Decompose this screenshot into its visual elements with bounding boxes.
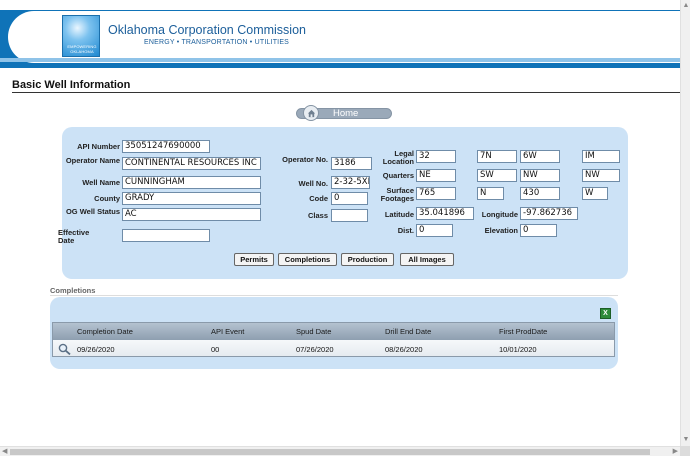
col-spud-date[interactable]: Spud Date <box>296 327 331 336</box>
col-api-event[interactable]: API Event <box>211 327 244 336</box>
col-completion-date[interactable]: Completion Date <box>77 327 133 336</box>
scrollbar-corner <box>680 446 690 456</box>
page-title: Basic Well Information <box>12 79 131 91</box>
effective-date-label: Effective Date <box>58 228 90 245</box>
header-divider <box>0 58 680 62</box>
legal-range-field[interactable]: 6W <box>520 150 560 163</box>
api-number-label: API Number <box>77 142 120 151</box>
scroll-up-icon[interactable]: ▲ <box>682 2 690 10</box>
scroll-right-icon[interactable]: ▶ <box>673 448 678 456</box>
occ-logo[interactable]: EMPOWERING OKLAHOMA <box>62 15 100 57</box>
well-name-field[interactable]: CUNNINGHAM <box>122 176 261 189</box>
elevation-label: Elevation <box>484 226 518 235</box>
effective-date-field[interactable] <box>122 229 210 242</box>
well-no-label: Well No. <box>298 179 328 188</box>
completions-table-header: Completion Date API Event Spud Date Dril… <box>53 323 614 340</box>
dist-field[interactable]: 0 <box>416 224 453 237</box>
footage-ew-field[interactable]: 430 <box>520 187 560 200</box>
title-divider <box>12 92 680 93</box>
col-first-prod-date[interactable]: First ProdDate <box>499 327 547 336</box>
api-number-field[interactable]: 35051247690000 <box>122 140 210 153</box>
county-label: County <box>94 194 120 203</box>
operator-name-label: Operator Name <box>65 156 120 165</box>
production-button[interactable]: Production <box>341 253 394 266</box>
latitude-field[interactable]: 35.041896 <box>416 207 474 220</box>
cell-api-event: 00 <box>211 345 220 354</box>
og-status-label: OG Well Status <box>65 207 120 216</box>
code-label: Code <box>309 194 328 203</box>
legal-location-label: Legal Location <box>382 149 414 166</box>
footage-ew-dir-field[interactable]: W <box>582 187 608 200</box>
browser-viewport: EMPOWERING OKLAHOMA Oklahoma Corporation… <box>0 0 690 456</box>
quarter-3-field[interactable]: NW <box>520 169 560 182</box>
county-field[interactable]: GRADY <box>122 192 261 205</box>
latitude-label: Latitude <box>384 210 414 219</box>
operator-no-label: Operator No. <box>282 155 328 164</box>
dist-label: Dist. <box>397 226 414 235</box>
legal-meridian-field[interactable]: IM <box>582 150 620 163</box>
completions-button[interactable]: Completions <box>278 253 337 266</box>
completions-heading: Completions <box>50 286 96 295</box>
home-button[interactable]: Home <box>296 105 392 121</box>
logo-text: EMPOWERING OKLAHOMA <box>67 44 97 54</box>
class-field[interactable] <box>331 209 368 222</box>
permits-button[interactable]: Permits <box>234 253 274 266</box>
operator-no-field[interactable]: 3186 <box>331 157 372 170</box>
longitude-label: Longitude <box>481 210 518 219</box>
quarter-4-field[interactable]: NW <box>582 169 620 182</box>
completions-divider <box>50 295 618 296</box>
cell-completion-date: 09/26/2020 <box>77 345 115 354</box>
home-label: Home <box>333 108 359 119</box>
cell-first-prod-date: 10/01/2020 <box>499 345 537 354</box>
footage-ns-field[interactable]: 765 <box>416 187 456 200</box>
class-label: Class <box>307 211 328 220</box>
col-drill-end-date[interactable]: Drill End Date <box>385 327 431 336</box>
well-no-field[interactable]: 2-32-5XHW <box>331 176 370 189</box>
scroll-left-icon[interactable]: ◀ <box>2 448 7 456</box>
horizontal-scroll-thumb[interactable] <box>10 449 650 455</box>
quarter-2-field[interactable]: SW <box>477 169 517 182</box>
all-images-button[interactable]: All Images <box>400 253 454 266</box>
og-status-field[interactable]: AC <box>122 208 261 221</box>
operator-name-field[interactable]: CONTINENTAL RESOURCES INC <box>122 157 261 170</box>
footage-ns-dir-field[interactable]: N <box>477 187 504 200</box>
quarter-1-field[interactable]: NE <box>416 169 456 182</box>
home-icon <box>303 105 319 121</box>
longitude-field[interactable]: -97.862736 <box>520 207 578 220</box>
scroll-down-icon[interactable]: ▼ <box>682 436 690 444</box>
header-banner: EMPOWERING OKLAHOMA Oklahoma Corporation… <box>8 11 680 63</box>
cell-spud-date: 07/26/2020 <box>296 345 334 354</box>
table-row[interactable]: 09/26/2020 00 07/26/2020 08/26/2020 10/0… <box>53 340 614 356</box>
horizontal-scrollbar[interactable]: ◀ ▶ <box>0 446 680 456</box>
legal-section-field[interactable]: 32 <box>416 150 456 163</box>
completions-table: Completion Date API Event Spud Date Dril… <box>52 322 615 357</box>
magnifier-icon[interactable] <box>58 342 71 360</box>
org-tagline: ENERGY • TRANSPORTATION • UTILITIES <box>144 39 290 46</box>
vertical-scrollbar[interactable]: ▲ ▼ <box>680 0 690 446</box>
cell-drill-end-date: 08/26/2020 <box>385 345 423 354</box>
well-name-label: Well Name <box>82 178 120 187</box>
elevation-field[interactable]: 0 <box>520 224 557 237</box>
code-field[interactable]: 0 <box>331 192 368 205</box>
legal-township-field[interactable]: 7N <box>477 150 517 163</box>
surface-footages-label: Surface Footages <box>380 186 414 203</box>
org-name: Oklahoma Corporation Commission <box>108 23 306 37</box>
excel-export-icon[interactable]: X <box>600 308 611 319</box>
quarters-label: Quarters <box>382 171 414 180</box>
